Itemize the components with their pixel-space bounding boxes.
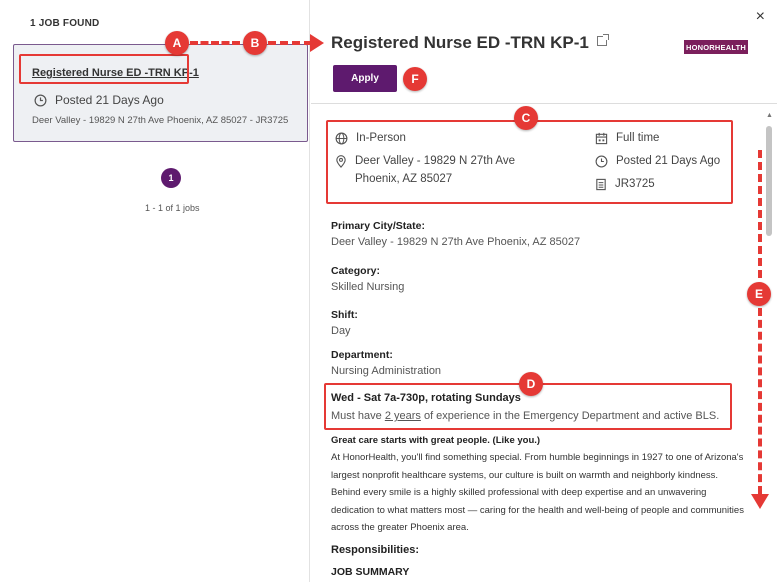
job-card-posted: Posted 21 Days Ago <box>34 93 164 107</box>
about-line: across the greater Phoenix area. <box>331 522 469 533</box>
tagline: Great care starts with great people. (Li… <box>331 435 540 446</box>
annotation-badge-c: C <box>514 106 538 130</box>
header-divider <box>311 103 777 104</box>
annotation-arrow-ab <box>190 41 240 45</box>
annotation-badge-e: E <box>747 282 771 306</box>
field-label: Shift: <box>331 309 358 321</box>
job-card-posted-text: Posted 21 Days Ago <box>55 93 164 107</box>
field-label: Department: <box>331 349 393 361</box>
annotation-arrowhead-e <box>751 494 769 509</box>
annotation-arrow-e-top <box>758 150 762 278</box>
about-line: dedication to what matters most — caring… <box>331 504 744 516</box>
scroll-up-icon[interactable]: ▲ <box>766 112 773 119</box>
field-value: Deer Valley - 19829 N 27th Ave Phoenix, … <box>331 236 581 248</box>
job-detail-pane: × Registered Nurse ED -TRN KP-1 HONORHEA… <box>311 0 777 582</box>
about-line: largest nonprofit healthcare systems, ou… <box>331 469 719 481</box>
field-label: Primary City/State: <box>331 220 425 232</box>
field-category: Category: Skilled Nursing <box>331 265 404 293</box>
scrollbar[interactable]: ▲ <box>765 112 773 582</box>
field-shift: Shift: Day <box>331 309 358 337</box>
pagination-page-1[interactable]: 1 <box>161 168 181 188</box>
field-value: Nursing Administration <box>331 365 442 377</box>
annotation-box-a <box>19 54 189 84</box>
about-paragraph: At HonorHealth, you'll find something sp… <box>331 449 747 537</box>
annotation-badge-a: A <box>165 31 189 55</box>
annotation-badge-f: F <box>403 67 427 91</box>
close-icon[interactable]: × <box>756 8 765 26</box>
about-line: At HonorHealth, you'll find something sp… <box>331 452 744 463</box>
scrollbar-thumb[interactable] <box>766 126 772 236</box>
field-label: Category: <box>331 265 381 277</box>
job-list-pane: 1 JOB FOUND Registered Nurse ED -TRN KP-… <box>0 0 310 582</box>
job-card-location: Deer Valley - 19829 N 27th Ave Phoenix, … <box>32 115 289 126</box>
job-summary-heading: JOB SUMMARY <box>331 566 409 578</box>
responsibilities-heading-text: Responsibilities: <box>331 544 420 556</box>
annotation-badge-d: D <box>519 372 543 396</box>
annotation-arrow-e-bottom <box>758 308 762 494</box>
annotation-arrow-b <box>268 41 312 45</box>
annotation-arrowhead-b <box>310 34 324 52</box>
jobs-found-count: 1 JOB FOUND <box>30 18 100 29</box>
clock-icon <box>34 94 47 106</box>
field-department: Department: Nursing Administration <box>331 349 441 377</box>
job-summary-heading-text: JOB SUMMARY <box>331 566 410 578</box>
tagline-text: Great care starts with great people. (Li… <box>331 435 541 446</box>
company-logo: HONORHEALTH <box>684 40 748 54</box>
job-detail-title: Registered Nurse ED -TRN KP-1 <box>331 33 609 53</box>
field-value: Skilled Nursing <box>331 281 405 293</box>
responsibilities-heading: Responsibilities: <box>331 544 419 556</box>
external-link-icon[interactable] <box>596 34 609 46</box>
apply-button[interactable]: Apply <box>333 65 397 92</box>
annotation-badge-b: B <box>243 31 267 55</box>
pagination-info: 1 - 1 of 1 jobs <box>145 203 200 213</box>
about-line: Behind every smile is a highly skilled p… <box>331 487 707 498</box>
field-primary-city: Primary City/State: Deer Valley - 19829 … <box>331 220 580 248</box>
field-value: Day <box>331 325 351 337</box>
job-detail-title-text: Registered Nurse ED -TRN KP-1 <box>331 33 589 52</box>
annotation-box-c <box>326 120 733 204</box>
